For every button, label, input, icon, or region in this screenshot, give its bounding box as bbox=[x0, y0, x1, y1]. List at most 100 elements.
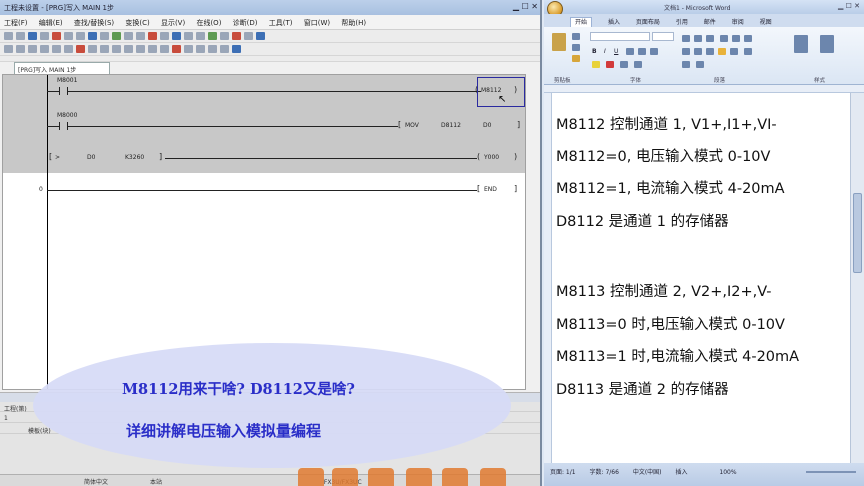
shading-icon[interactable] bbox=[682, 61, 690, 68]
strikethrough-icon[interactable] bbox=[626, 48, 634, 55]
plc-window-controls[interactable]: ▁ ☐ ✕ bbox=[513, 2, 538, 11]
justify-icon[interactable] bbox=[718, 48, 726, 55]
copy-icon[interactable] bbox=[572, 44, 580, 51]
scrollbar-thumb[interactable] bbox=[853, 193, 862, 273]
paste-icon[interactable] bbox=[76, 32, 85, 40]
tab-prg-main[interactable]: [PRG]写入 MAIN 1步 bbox=[14, 62, 110, 74]
write-plc-icon[interactable] bbox=[124, 32, 133, 40]
menu-window[interactable]: 窗口(W) bbox=[304, 19, 330, 27]
reset-icon[interactable] bbox=[160, 45, 169, 53]
menu-help[interactable]: 帮助(H) bbox=[341, 19, 366, 27]
zoom-icon[interactable] bbox=[172, 32, 181, 40]
status-word-count[interactable]: 字数: 7/66 bbox=[590, 469, 619, 476]
save-icon[interactable] bbox=[28, 32, 37, 40]
superscript-icon[interactable] bbox=[650, 48, 658, 55]
align-left-icon[interactable] bbox=[682, 48, 690, 55]
menu-project[interactable]: 工程(F) bbox=[4, 19, 28, 27]
undo-icon[interactable] bbox=[88, 32, 97, 40]
italic-icon[interactable]: I bbox=[604, 48, 606, 55]
find-icon[interactable] bbox=[160, 32, 169, 40]
align-center-icon[interactable] bbox=[694, 48, 702, 55]
set-icon[interactable] bbox=[148, 45, 157, 53]
menu-convert[interactable]: 变换(C) bbox=[125, 19, 149, 27]
multilevel-list-icon[interactable] bbox=[706, 35, 714, 42]
contact-m8001[interactable] bbox=[59, 87, 68, 95]
change-styles-icon[interactable] bbox=[820, 35, 834, 53]
run-icon[interactable] bbox=[244, 32, 253, 40]
tab-mailings[interactable]: 邮件 bbox=[704, 19, 716, 26]
sort-icon[interactable] bbox=[744, 35, 752, 42]
status-insert-mode[interactable]: 插入 bbox=[675, 469, 687, 476]
word-window-controls[interactable]: ▁ ☐ ✕ bbox=[838, 2, 860, 10]
del-row-icon[interactable] bbox=[208, 45, 217, 53]
new-icon[interactable] bbox=[4, 32, 13, 40]
font-name-field[interactable] bbox=[590, 32, 650, 41]
quick-styles-icon[interactable] bbox=[794, 35, 808, 53]
help-icon[interactable] bbox=[256, 32, 265, 40]
read-plc-icon[interactable] bbox=[136, 32, 145, 40]
menu-tools[interactable]: 工具(T) bbox=[269, 19, 293, 27]
vline-icon[interactable] bbox=[64, 45, 73, 53]
cut-icon[interactable] bbox=[52, 32, 61, 40]
list-view-icon[interactable] bbox=[196, 32, 205, 40]
font-color-icon[interactable] bbox=[606, 61, 614, 68]
contact-no-icon[interactable] bbox=[4, 45, 13, 53]
coil-icon[interactable] bbox=[28, 45, 37, 53]
horizontal-ruler[interactable] bbox=[544, 85, 864, 93]
comment-icon[interactable] bbox=[208, 32, 217, 40]
status-zoom[interactable]: 100% bbox=[719, 469, 736, 476]
branch-icon[interactable] bbox=[136, 45, 145, 53]
pulse-icon[interactable] bbox=[124, 45, 133, 53]
cut-icon[interactable] bbox=[572, 33, 580, 40]
rising-edge-icon[interactable] bbox=[88, 45, 97, 53]
del-col-icon[interactable] bbox=[220, 45, 229, 53]
tab-review[interactable]: 审阅 bbox=[732, 19, 744, 26]
line-spacing-icon[interactable] bbox=[744, 48, 752, 55]
distributed-icon[interactable] bbox=[730, 48, 738, 55]
falling-edge-icon[interactable] bbox=[100, 45, 109, 53]
increase-indent-icon[interactable] bbox=[732, 35, 740, 42]
bold-icon[interactable]: B bbox=[592, 48, 597, 55]
tab-page-layout[interactable]: 页面布局 bbox=[636, 19, 660, 26]
shrink-font-icon[interactable] bbox=[634, 61, 642, 68]
tab-view[interactable]: 视图 bbox=[760, 19, 772, 26]
delete-line-icon[interactable] bbox=[76, 45, 85, 53]
menu-view[interactable]: 显示(V) bbox=[161, 19, 185, 27]
numbering-icon[interactable] bbox=[694, 35, 702, 42]
tab-home[interactable]: 开始 bbox=[570, 17, 593, 27]
insert-row-icon[interactable] bbox=[184, 45, 193, 53]
device-icon[interactable] bbox=[220, 32, 229, 40]
tab-insert[interactable]: 插入 bbox=[608, 19, 620, 26]
underline-icon[interactable]: U bbox=[614, 48, 618, 55]
menu-find[interactable]: 查找/替换(S) bbox=[74, 19, 114, 27]
redo-icon[interactable] bbox=[100, 32, 109, 40]
compile-icon[interactable] bbox=[112, 32, 121, 40]
zoom-slider[interactable] bbox=[806, 471, 856, 473]
contact-nc-icon[interactable] bbox=[16, 45, 25, 53]
bullets-icon[interactable] bbox=[682, 35, 690, 42]
font-size-field[interactable] bbox=[652, 32, 674, 41]
paste-icon[interactable] bbox=[552, 33, 566, 51]
borders-icon[interactable] bbox=[696, 61, 704, 68]
decrease-indent-icon[interactable] bbox=[720, 35, 728, 42]
invert-icon[interactable] bbox=[112, 45, 121, 53]
open-icon[interactable] bbox=[16, 32, 25, 40]
menu-edit[interactable]: 编辑(E) bbox=[39, 19, 63, 27]
convert-icon[interactable] bbox=[232, 45, 241, 53]
delete-icon[interactable] bbox=[172, 45, 181, 53]
insert-col-icon[interactable] bbox=[196, 45, 205, 53]
status-page[interactable]: 页面: 1/1 bbox=[550, 469, 576, 476]
print-icon[interactable] bbox=[40, 32, 49, 40]
grow-font-icon[interactable] bbox=[620, 61, 628, 68]
contact-m8000[interactable] bbox=[59, 122, 68, 130]
menu-diagnose[interactable]: 诊断(D) bbox=[233, 19, 258, 27]
align-right-icon[interactable] bbox=[706, 48, 714, 55]
document-page[interactable]: M8112 控制通道 1, V1+,I1+,VI- M8112=0, 电压输入模… bbox=[552, 93, 850, 463]
function-icon[interactable] bbox=[40, 45, 49, 53]
subscript-icon[interactable] bbox=[638, 48, 646, 55]
vertical-scrollbar[interactable] bbox=[850, 93, 864, 463]
menu-online[interactable]: 在线(O) bbox=[196, 19, 221, 27]
ladder-view-icon[interactable] bbox=[184, 32, 193, 40]
highlight-icon[interactable] bbox=[592, 61, 600, 68]
stop-icon[interactable] bbox=[232, 32, 241, 40]
